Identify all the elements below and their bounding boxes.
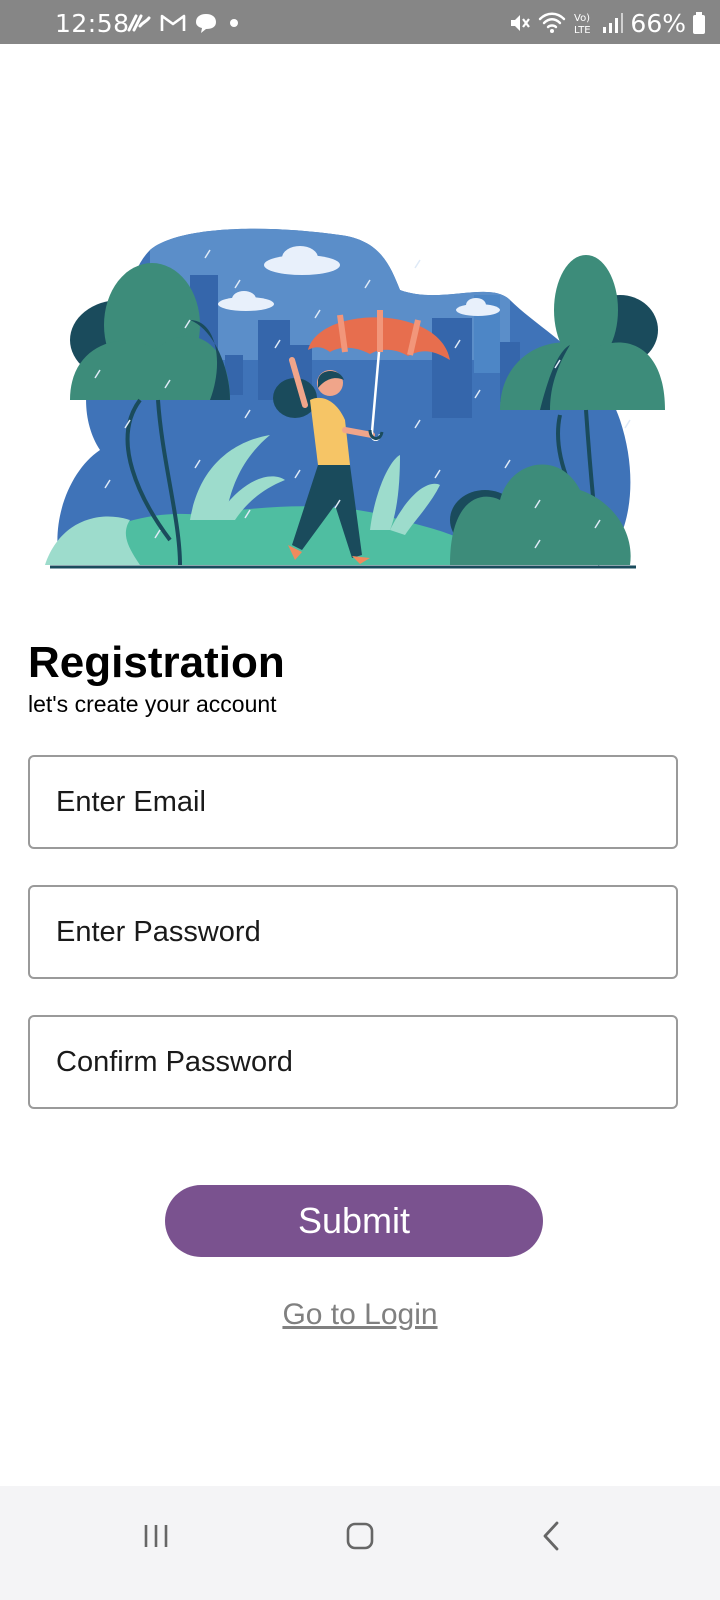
page-title: Registration (28, 638, 285, 687)
home-button[interactable] (300, 1486, 420, 1586)
recent-apps-icon (144, 1525, 168, 1547)
signal-icon (603, 13, 624, 33)
recent-apps-button[interactable] (96, 1486, 216, 1586)
app-notification-icon (127, 14, 151, 32)
svg-text:Vo): Vo) (574, 13, 590, 24)
system-status: Vo) LTE 66% (508, 8, 706, 38)
mute-icon (511, 15, 531, 31)
back-icon (543, 1521, 559, 1551)
navigation-bar (0, 1486, 720, 1600)
status-time: 12:58 (55, 9, 130, 38)
notification-icons (126, 10, 242, 36)
go-to-login-link[interactable]: Go to Login (0, 1298, 720, 1332)
status-bar: 12:58 Vo) LTE 66% (0, 0, 720, 44)
dot-icon (230, 19, 238, 27)
email-field[interactable] (28, 755, 678, 849)
submit-button[interactable]: Submit (165, 1185, 543, 1257)
volte-icon: Vo) LTE (574, 13, 591, 36)
confirm-password-field[interactable] (28, 1015, 678, 1109)
battery-percentage: 66% (630, 8, 686, 38)
home-icon (346, 1522, 374, 1550)
woman-with-umbrella-in-rain-illustration (45, 228, 665, 569)
chat-bubble-icon (196, 14, 216, 33)
page-subtitle: let's create your account (28, 691, 277, 717)
battery-icon (693, 12, 705, 34)
gmail-icon (160, 14, 186, 31)
password-field[interactable] (28, 885, 678, 979)
wifi-icon (539, 12, 566, 33)
back-button[interactable] (492, 1486, 612, 1586)
svg-text:LTE: LTE (574, 25, 591, 36)
